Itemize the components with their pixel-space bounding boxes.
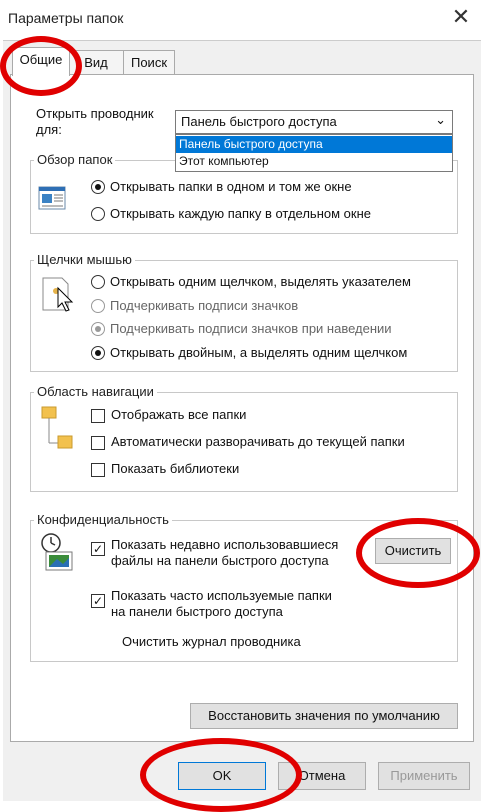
radio-separate-window[interactable]: [91, 207, 105, 221]
folder-window-icon: [38, 186, 66, 210]
mouse-clicks-legend: Щелчки мышью: [34, 252, 135, 267]
checkbox-show-all-folders[interactable]: [91, 409, 105, 423]
window-title: Параметры папок: [8, 10, 124, 26]
label-expand-to-folder[interactable]: Автоматически разворачивать до текущей п…: [111, 434, 405, 449]
label-frequent-folders-2[interactable]: на панели быстрого доступа: [111, 604, 283, 619]
label-separate-window[interactable]: Открывать каждую папку в отдельном окне: [110, 206, 371, 221]
folder-tree-icon: [40, 405, 74, 455]
label-underline-hover: Подчеркивать подписи значков при наведен…: [110, 321, 392, 336]
privacy-legend: Конфиденциальность: [34, 512, 172, 527]
open-explorer-dropdown: Панель быстрого доступа Этот компьютер: [175, 134, 453, 172]
radio-single-click[interactable]: [91, 275, 105, 289]
highlight-ring-ok-button: [140, 738, 302, 812]
label-show-libraries[interactable]: Показать библиотеки: [111, 461, 239, 476]
navigation-legend: Область навигации: [34, 384, 157, 399]
highlight-ring-general-tab: [0, 36, 82, 96]
checkbox-frequent-folders[interactable]: ✓: [91, 594, 105, 608]
clock-history-icon: [40, 532, 76, 574]
select-value: Панель быстрого доступа: [181, 114, 337, 129]
highlight-ring-clear-button: [356, 518, 480, 588]
label-underline-always: Подчеркивать подписи значков: [110, 298, 299, 313]
label-recent-files-2[interactable]: файлы на панели быстрого доступа: [111, 553, 329, 568]
label-clear-history: Очистить журнал проводника: [122, 634, 301, 649]
checkbox-show-libraries[interactable]: [91, 463, 105, 477]
mouse-pointer-icon: [40, 276, 76, 316]
radio-same-window[interactable]: [91, 180, 105, 194]
label-show-all-folders[interactable]: Отображать все папки: [111, 407, 246, 422]
tab-search[interactable]: Поиск: [123, 50, 175, 75]
label-recent-files-1[interactable]: Показать недавно использовавшиеся: [111, 537, 338, 552]
open-explorer-select[interactable]: Панель быстрого доступа ⌄: [175, 110, 453, 134]
radio-underline-hover: [91, 322, 105, 336]
checkbox-recent-files[interactable]: ✓: [91, 542, 105, 556]
label-single-click[interactable]: Открывать одним щелчком, выделять указат…: [110, 274, 411, 289]
checkbox-expand-to-folder[interactable]: [91, 436, 105, 450]
radio-underline-always: [91, 299, 105, 313]
dropdown-option-quick-access[interactable]: Панель быстрого доступа: [176, 136, 452, 153]
label-same-window[interactable]: Открывать папки в одном и том же окне: [110, 179, 352, 194]
label-double-click[interactable]: Открывать двойным, а выделять одним щелч…: [110, 345, 407, 360]
restore-defaults-button[interactable]: Восстановить значения по умолчанию: [190, 703, 458, 729]
dropdown-option-this-pc[interactable]: Этот компьютер: [176, 153, 452, 170]
close-icon[interactable]: ✕: [448, 4, 474, 30]
apply-button: Применить: [378, 762, 470, 790]
open-explorer-label: Открыть проводник: [36, 106, 154, 121]
radio-double-click[interactable]: [91, 346, 105, 360]
open-explorer-label-2: для:: [36, 122, 62, 137]
label-frequent-folders-1[interactable]: Показать часто используемые папки: [111, 588, 332, 603]
browse-folders-legend: Обзор папок: [34, 152, 116, 167]
chevron-down-icon: ⌄: [435, 112, 446, 127]
